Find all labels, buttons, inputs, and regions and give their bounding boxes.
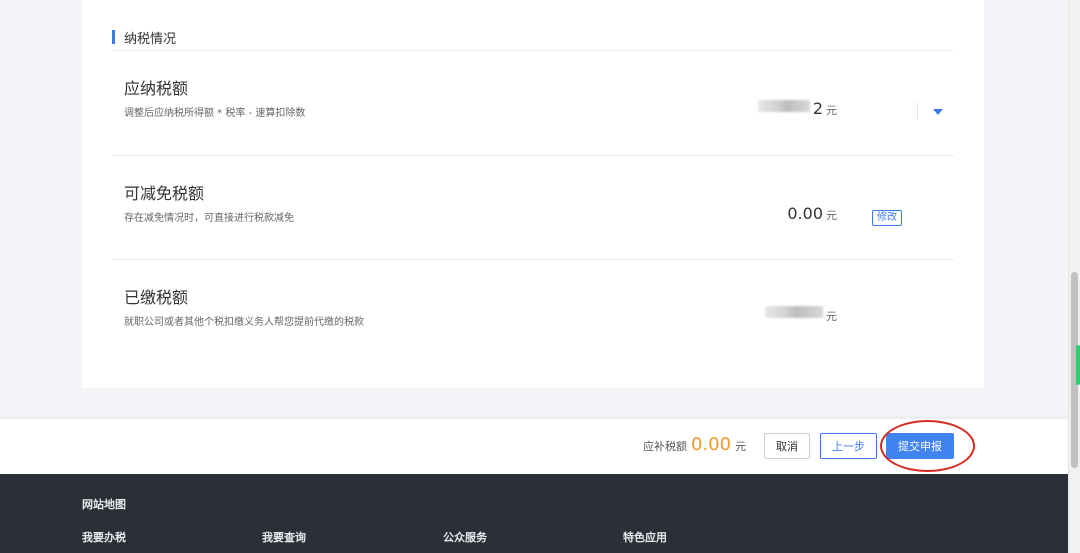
value-unit: 元 [826, 209, 837, 222]
row-title: 可减免税额 [124, 184, 205, 203]
row-payable-tax: 应纳税额 调整后应纳税所得额 * 税率 - 速算扣除数 2 元 [112, 51, 954, 155]
paid-tax-value: 元 [765, 306, 837, 324]
value-unit: 元 [826, 104, 837, 117]
chevron-down-icon[interactable] [933, 109, 943, 115]
section-accent-bar [112, 30, 115, 44]
vertical-separator [917, 102, 918, 120]
row-description: 就职公司或者其他个税扣缴义务人帮您提前代缴的税款 [124, 317, 364, 328]
footer-link-tax-services[interactable]: 我要办税 [82, 529, 126, 545]
tax-due-summary: 应补税额 0.00 元 [643, 434, 746, 455]
redacted-amount [757, 100, 810, 112]
cancel-button[interactable]: 取消 [764, 433, 810, 459]
row-reducible-tax: 可减免税额 存在减免情况时，可直接进行税款减免 0.00 元 修改 [112, 156, 954, 260]
sitemap-title: 网站地图 [82, 498, 126, 511]
reducible-tax-value: 0.00 元 [787, 204, 837, 223]
scroll-indicator [1076, 345, 1080, 385]
section-header: 纳税情况 [112, 28, 177, 47]
row-title: 应纳税额 [124, 79, 189, 98]
submit-declaration-button[interactable]: 提交申报 [886, 433, 954, 459]
tax-due-amount: 0.00 [691, 434, 732, 455]
tax-due-label: 应补税额 [643, 440, 687, 453]
main-content: 纳税情况 应纳税额 调整后应纳税所得额 * 税率 - 速算扣除数 2 元 可减免… [0, 0, 1068, 418]
redacted-amount [765, 306, 823, 318]
previous-step-button[interactable]: 上一步 [820, 433, 877, 459]
payable-tax-value: 2 元 [757, 99, 837, 118]
value-unit: 元 [826, 310, 837, 323]
value-number: 2 [812, 99, 823, 118]
row-description: 调整后应纳税所得额 * 税率 - 速算扣除数 [124, 108, 306, 119]
footer-link-featured-apps[interactable]: 特色应用 [623, 529, 667, 545]
row-title: 已缴税额 [124, 288, 189, 307]
row-description: 存在减免情况时，可直接进行税款减免 [124, 213, 294, 224]
tax-summary-card: 纳税情况 应纳税额 调整后应纳税所得额 * 税率 - 速算扣除数 2 元 可减免… [82, 0, 984, 388]
vertical-scrollbar[interactable] [1068, 0, 1080, 553]
value-number: 0.00 [787, 204, 823, 223]
site-footer: 网站地图 我要办税 我要查询 公众服务 特色应用 [0, 474, 1068, 553]
tax-due-unit: 元 [735, 440, 747, 453]
modify-button[interactable]: 修改 [872, 210, 902, 226]
action-bar: 应补税额 0.00 元 取消 上一步 提交申报 [0, 418, 1068, 475]
footer-link-query[interactable]: 我要查询 [262, 529, 306, 545]
section-title: 纳税情况 [124, 31, 177, 47]
footer-link-public-services[interactable]: 公众服务 [443, 529, 487, 545]
row-paid-tax: 已缴税额 就职公司或者其他个税扣缴义务人帮您提前代缴的税款 元 [112, 260, 954, 364]
